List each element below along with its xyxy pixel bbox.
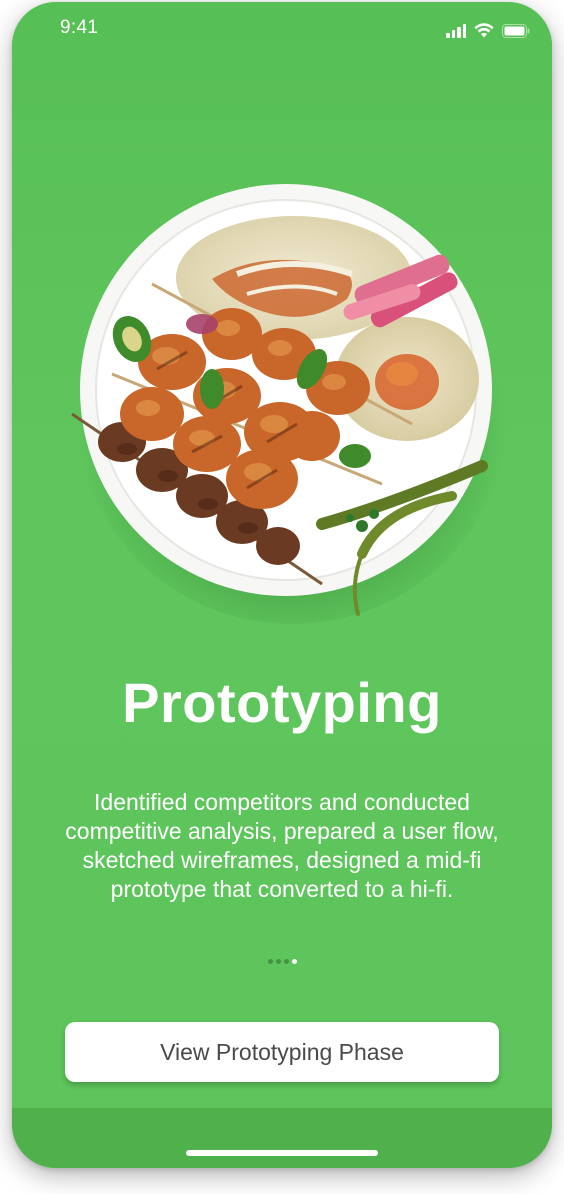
battery-icon bbox=[502, 24, 530, 38]
home-indicator[interactable] bbox=[186, 1150, 378, 1156]
food-plate-kebab-image bbox=[62, 174, 512, 624]
pagination-dot[interactable] bbox=[275, 959, 281, 964]
phone-frame: 9:41 Prototyping Identified competitors … bbox=[12, 2, 552, 1168]
view-prototyping-phase-button[interactable]: View Prototyping Phase bbox=[65, 1022, 499, 1082]
pagination-dots[interactable] bbox=[12, 959, 552, 964]
pagination-dot[interactable] bbox=[283, 959, 289, 964]
status-time: 9:41 bbox=[60, 17, 99, 38]
pagination-dot[interactable] bbox=[291, 959, 297, 964]
page-description: Identified competitors and conducted com… bbox=[65, 789, 499, 902]
canvas: 9:41 Prototyping Identified competitors … bbox=[0, 0, 564, 1194]
status-icons bbox=[446, 22, 530, 38]
status-bar: 9:41 bbox=[12, 2, 552, 58]
signal-icon bbox=[446, 24, 466, 38]
pagination-dot[interactable] bbox=[267, 959, 273, 964]
bottom-bar bbox=[12, 1108, 552, 1168]
wifi-icon bbox=[474, 23, 494, 38]
page-title: Prototyping bbox=[122, 671, 442, 734]
